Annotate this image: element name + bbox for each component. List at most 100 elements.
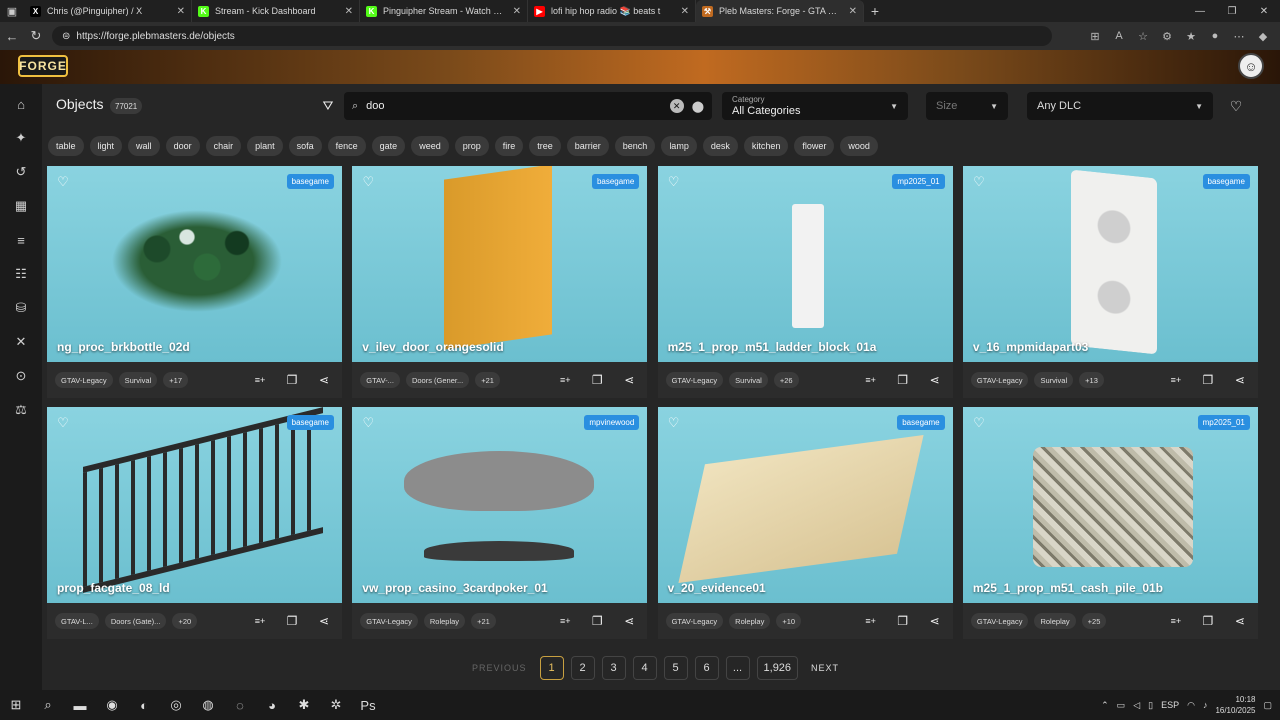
page-button[interactable]: 2 xyxy=(570,656,595,680)
copy-icon[interactable]: ❐ xyxy=(1200,372,1216,388)
favorite-star-icon[interactable]: ☆ xyxy=(1134,26,1152,46)
object-name[interactable]: m25_1_prop_m51_cash_pile_01b xyxy=(973,581,1163,595)
app-icon[interactable]: ◍ xyxy=(192,690,224,720)
wifi-icon[interactable]: ◠ xyxy=(1187,700,1195,711)
object-thumbnail[interactable]: ♡ basegame prop_facgate_08_ld xyxy=(47,407,342,603)
object-card[interactable]: ♡ basegame prop_facgate_08_ld GTAV-L... Door… xyxy=(47,407,342,639)
photoshop-icon[interactable]: Ps xyxy=(352,690,384,720)
page-button[interactable]: ... xyxy=(725,656,750,680)
tag-chip[interactable]: fire xyxy=(494,136,524,156)
object-thumbnail[interactable]: ♡ basegame v_20_evidence01 xyxy=(657,407,953,603)
game-chip[interactable]: GTAV-Legacy xyxy=(360,613,418,629)
profile-icon[interactable]: ● xyxy=(1206,26,1224,46)
add-to-list-icon[interactable]: ≡+ xyxy=(863,613,879,629)
tag-chip[interactable]: prop xyxy=(454,136,489,156)
filter-icon[interactable]: ⛛ xyxy=(318,96,338,116)
tag-chip[interactable]: gate xyxy=(371,136,406,156)
extensions-icon[interactable]: ⚙ xyxy=(1158,26,1176,46)
browser-tab[interactable]: X Chris (@Pinguipher) / X ✕ xyxy=(24,0,192,22)
game-chip[interactable]: GTAV-Legacy xyxy=(665,613,724,629)
sound-icon[interactable]: ♪ xyxy=(1203,700,1208,710)
more-tags-chip[interactable]: +13 xyxy=(1079,372,1104,388)
add-to-list-icon[interactable]: ≡+ xyxy=(557,613,573,629)
tab-close-icon[interactable]: ✕ xyxy=(681,6,689,17)
menu-dots-icon[interactable]: ⋯ xyxy=(1230,26,1248,46)
game-chip[interactable]: GTAV-L... xyxy=(55,613,99,629)
add-to-list-icon[interactable]: ≡+ xyxy=(1168,613,1184,629)
share-icon[interactable]: ⋖ xyxy=(927,372,943,388)
favorite-heart-icon[interactable]: ♡ xyxy=(55,415,71,431)
category-chip[interactable]: Survival xyxy=(118,372,158,388)
page-button[interactable]: 6 xyxy=(694,656,719,680)
browser-tab[interactable]: ⚒ Pleb Masters: Forge - GTA V Obje ✕ xyxy=(696,0,864,22)
tag-chip[interactable]: bench xyxy=(614,136,656,156)
app-icon[interactable]: ◌ xyxy=(224,690,256,720)
search-input[interactable] xyxy=(366,100,662,112)
notifications-icon[interactable]: ▢ xyxy=(1263,700,1272,711)
copy-icon[interactable]: ❐ xyxy=(284,372,300,388)
more-tags-chip[interactable]: +21 xyxy=(471,613,496,629)
more-tags-chip[interactable]: +17 xyxy=(163,372,188,388)
game-chip[interactable]: GTAV-Legacy xyxy=(55,372,113,388)
share-icon[interactable]: ⋖ xyxy=(1232,372,1248,388)
copy-icon[interactable]: ❐ xyxy=(589,613,605,629)
copy-icon[interactable]: ❐ xyxy=(895,613,911,629)
tab-close-icon[interactable]: ✕ xyxy=(513,6,521,17)
add-to-list-icon[interactable]: ≡+ xyxy=(863,372,879,388)
share-icon[interactable]: ⋖ xyxy=(316,372,332,388)
add-to-list-icon[interactable]: ≡+ xyxy=(252,613,268,629)
tray-chevron-up-icon[interactable]: ⌃ xyxy=(1101,700,1109,711)
tag-chip[interactable]: plant xyxy=(247,136,283,156)
copy-icon[interactable]: ❐ xyxy=(284,613,300,629)
copilot-icon[interactable]: ◆ xyxy=(1254,26,1272,46)
apps-icon[interactable]: ⊞ xyxy=(1086,26,1104,46)
favorite-heart-icon[interactable]: ♡ xyxy=(360,174,376,190)
page-button[interactable]: 4 xyxy=(632,656,657,680)
share-icon[interactable]: ⋖ xyxy=(316,613,332,629)
object-thumbnail[interactable]: ♡ basegame ng_proc_brkbottle_02d xyxy=(47,166,342,362)
object-thumbnail[interactable]: ♡ mpvinewood vw_prop_casino_3cardpoker_01 xyxy=(352,407,648,603)
reload-icon[interactable]: ↻ xyxy=(24,22,48,50)
tab-close-icon[interactable]: ✕ xyxy=(849,6,857,17)
favorite-heart-icon[interactable]: ♡ xyxy=(666,174,682,190)
list-icon[interactable]: ≡ xyxy=(11,230,31,250)
page-button[interactable]: 5 xyxy=(663,656,688,680)
browser-tab[interactable]: K Stream - Kick Dashboard ✕ xyxy=(192,0,360,22)
database-icon[interactable]: ⛁ xyxy=(11,298,31,318)
favorite-heart-icon[interactable]: ♡ xyxy=(55,174,71,190)
favorite-heart-icon[interactable]: ♡ xyxy=(360,415,376,431)
object-name[interactable]: prop_facgate_08_ld xyxy=(57,581,170,595)
app-icon[interactable]: ✲ xyxy=(320,690,352,720)
add-to-list-icon[interactable]: ≡+ xyxy=(557,372,573,388)
game-chip[interactable]: GTAV-... xyxy=(360,372,400,388)
tag-chip[interactable]: desk xyxy=(702,136,738,156)
clock[interactable]: 10:18 16/10/2025 xyxy=(1215,694,1255,716)
category-chip[interactable]: Survival xyxy=(729,372,768,388)
more-tags-chip[interactable]: +25 xyxy=(1081,613,1107,629)
back-icon[interactable]: ← xyxy=(0,22,24,50)
tag-chip[interactable]: barrier xyxy=(566,136,609,156)
tag-chip[interactable]: wood xyxy=(840,136,878,156)
tag-chip[interactable]: table xyxy=(48,136,84,156)
next-page-button[interactable]: NEXT xyxy=(805,656,845,680)
object-card[interactable]: ♡ basegame v_ilev_door_orangesolid GTAV-...… xyxy=(352,166,648,398)
home-icon[interactable]: ⌂ xyxy=(11,94,31,114)
steam-icon[interactable]: ◎ xyxy=(160,690,192,720)
object-card[interactable]: ♡ mp2025_01 m25_1_prop_m51_ladder_block_01… xyxy=(657,166,953,398)
more-circle-icon[interactable]: ⊙ xyxy=(11,366,31,386)
battery-icon[interactable]: ▯ xyxy=(1148,700,1153,711)
share-icon[interactable]: ⋖ xyxy=(621,372,637,388)
tag-chip[interactable]: flower xyxy=(794,136,835,156)
object-name[interactable]: ng_proc_brkbottle_02d xyxy=(57,340,190,354)
add-to-list-icon[interactable]: ≡+ xyxy=(252,372,268,388)
object-name[interactable]: v_20_evidence01 xyxy=(668,581,766,595)
page-button[interactable]: 3 xyxy=(601,656,626,680)
tag-chip[interactable]: tree xyxy=(529,136,561,156)
more-tags-chip[interactable]: +20 xyxy=(172,613,198,629)
tag-chip[interactable]: chair xyxy=(205,136,242,156)
favorite-heart-icon[interactable]: ♡ xyxy=(971,415,987,431)
sparkle-icon[interactable]: ✦ xyxy=(11,128,31,148)
user-avatar[interactable]: ☺ xyxy=(1238,53,1264,79)
discord-icon[interactable]: ◉ xyxy=(96,690,128,720)
favorite-heart-icon[interactable]: ♡ xyxy=(666,415,682,431)
